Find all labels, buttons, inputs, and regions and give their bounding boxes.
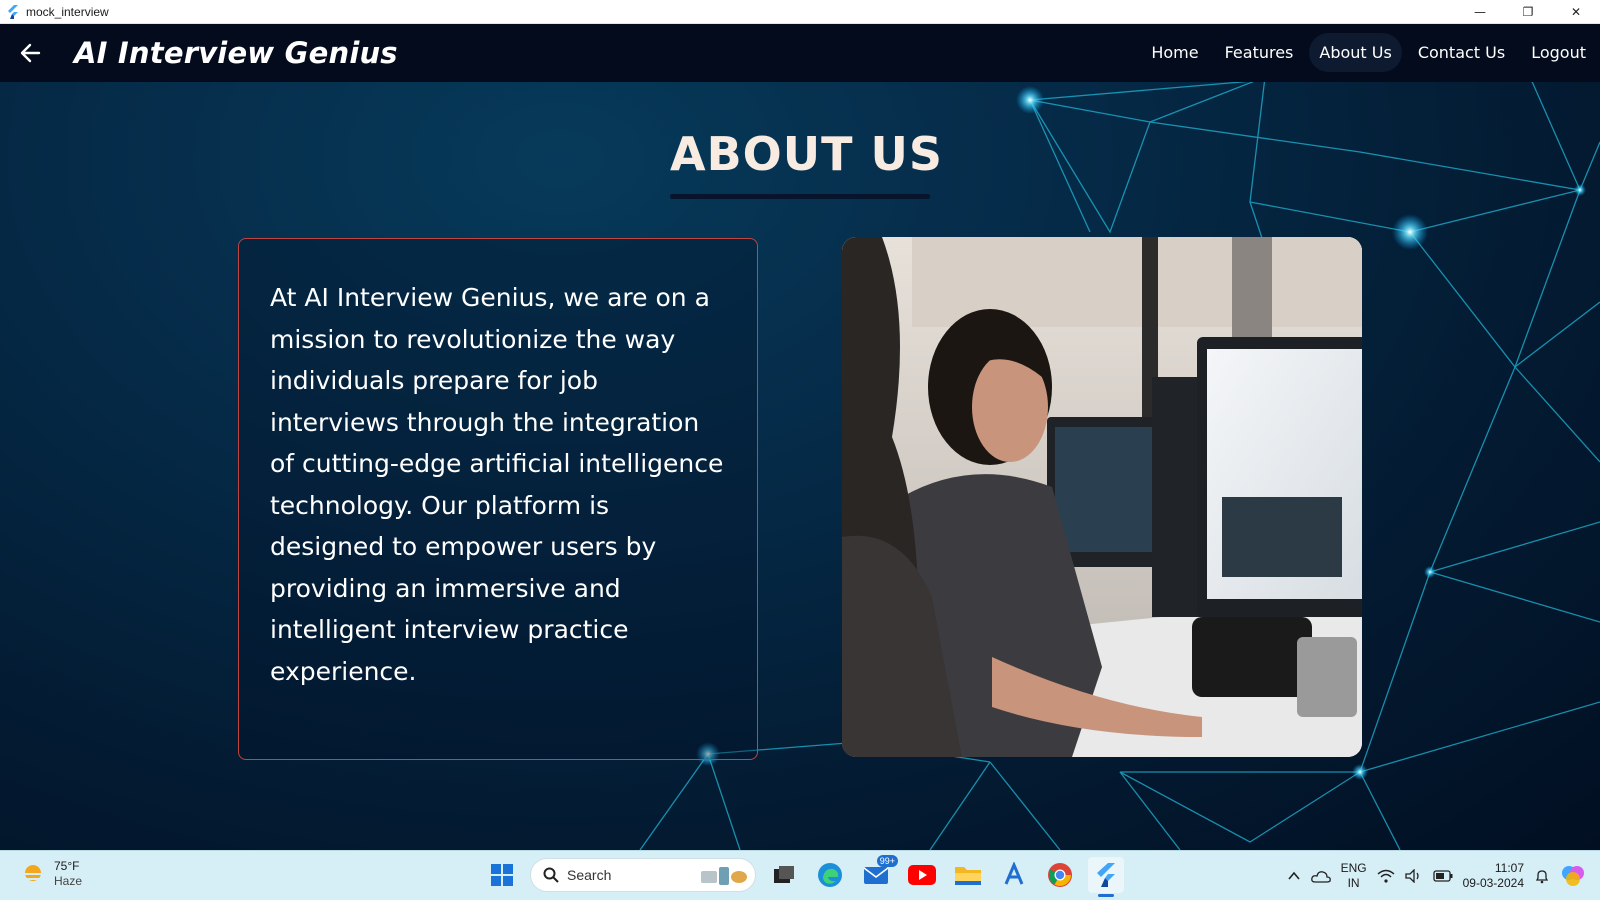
about-page: ABOUT US At AI Interview Genius, we are … <box>0 82 1600 850</box>
edge-browser-button[interactable] <box>812 857 848 893</box>
edge-icon <box>818 863 842 887</box>
clock-time: 11:07 <box>1494 861 1524 875</box>
language-code: ENG <box>1340 861 1367 875</box>
window-controls: — ❐ ✕ <box>1456 0 1600 24</box>
mail-badge: 99+ <box>876 855 898 867</box>
mail-button[interactable]: 99+ <box>858 855 898 893</box>
office-photo <box>842 237 1362 757</box>
top-nav: Home Features About Us Contact Us Logout <box>1141 33 1596 72</box>
taskbar: 75°F Haze Search 99+ ENG IN 11:07 09-03-… <box>0 850 1600 900</box>
task-view-icon <box>774 866 794 883</box>
wifi-icon[interactable] <box>1377 869 1395 883</box>
weather-temp: 75°F <box>54 859 80 873</box>
onedrive-cloud-icon[interactable] <box>1310 869 1331 883</box>
clock[interactable]: 11:07 09-03-2024 <box>1463 861 1524 891</box>
nav-about-us[interactable]: About Us <box>1309 33 1402 72</box>
window-titlebar: mock_interview — ❐ ✕ <box>0 0 1600 24</box>
search-highlight-icon <box>701 867 747 885</box>
restore-button[interactable]: ❐ <box>1504 0 1552 24</box>
nav-home[interactable]: Home <box>1141 33 1208 72</box>
notification-bell-icon[interactable] <box>1534 868 1550 884</box>
start-button[interactable] <box>484 857 520 893</box>
app-title: AI Interview Genius <box>74 36 398 70</box>
language-indicator[interactable]: ENG IN <box>1341 861 1367 891</box>
task-view-button[interactable] <box>766 857 802 893</box>
flutter-app-button[interactable] <box>1088 857 1124 897</box>
battery-icon[interactable] <box>1432 870 1453 882</box>
mission-card: At AI Interview Genius, we are on a miss… <box>238 238 758 760</box>
clock-date: 09-03-2024 <box>1462 876 1524 890</box>
page-title: ABOUT US <box>670 127 943 181</box>
window-title: mock_interview <box>26 4 109 19</box>
copilot-icon[interactable] <box>1560 864 1586 888</box>
folder-icon <box>955 867 981 885</box>
app-store-button[interactable] <box>996 857 1032 893</box>
search-input[interactable] <box>567 867 687 883</box>
youtube-button[interactable] <box>904 857 940 893</box>
chrome-button[interactable] <box>1042 857 1078 893</box>
weather-condition: Haze <box>54 874 83 888</box>
arrow-left-icon <box>20 43 41 63</box>
flutter-logo-icon <box>8 4 18 19</box>
mail-icon <box>863 867 889 884</box>
weather-widget[interactable]: 75°F Haze <box>20 859 82 889</box>
windows-logo-icon <box>491 864 513 886</box>
system-tray: ENG IN 11:07 09-03-2024 <box>1287 857 1586 895</box>
title-underline <box>670 194 930 199</box>
app-bar: AI Interview Genius Home Features About … <box>0 24 1600 82</box>
flutter-icon <box>1097 863 1115 887</box>
nav-logout[interactable]: Logout <box>1521 33 1596 72</box>
minimize-button[interactable]: — <box>1456 0 1504 24</box>
volume-icon[interactable] <box>1404 869 1423 883</box>
mission-text: At AI Interview Genius, we are on a miss… <box>270 283 724 686</box>
taskbar-search[interactable] <box>530 858 756 892</box>
nav-features[interactable]: Features <box>1215 33 1304 72</box>
close-button[interactable]: ✕ <box>1552 0 1600 24</box>
office-photo-icon <box>842 237 1362 757</box>
nav-contact-us[interactable]: Contact Us <box>1408 33 1515 72</box>
haze-sun-icon <box>23 865 43 881</box>
active-app-indicator <box>1098 894 1114 897</box>
back-button[interactable] <box>12 35 48 71</box>
search-icon <box>543 867 559 883</box>
youtube-icon <box>908 865 936 885</box>
file-explorer-button[interactable] <box>950 857 986 893</box>
letter-a-icon <box>1004 862 1024 885</box>
chrome-icon <box>1048 863 1072 887</box>
region-code: IN <box>1347 876 1360 890</box>
chevron-up-icon[interactable] <box>1287 869 1301 883</box>
taskbar-apps: 99+ <box>484 855 1124 897</box>
